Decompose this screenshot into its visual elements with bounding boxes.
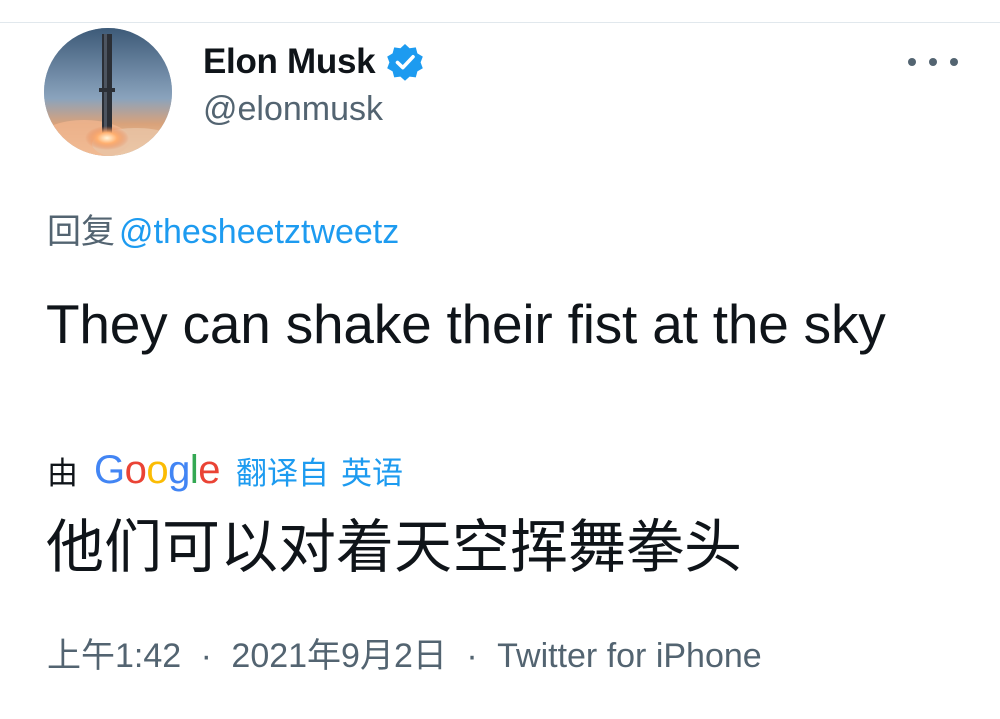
- google-logo: Google: [94, 447, 221, 493]
- google-letter: G: [94, 447, 125, 492]
- translation-by-label: 由: [47, 455, 78, 491]
- google-letter: e: [198, 447, 221, 492]
- tweet-date[interactable]: 2021年9月2日: [231, 637, 446, 675]
- reply-context: 回复 @thesheetztweetz: [47, 204, 399, 253]
- tweet-text: They can shake their fist at the sky: [46, 293, 886, 355]
- author-handle[interactable]: @elonmusk: [203, 90, 383, 129]
- tweet-time[interactable]: 上午1:42: [47, 637, 181, 675]
- author-name-row: Elon Musk: [203, 38, 425, 86]
- avatar-image: [44, 28, 172, 156]
- google-letter: l: [189, 447, 199, 492]
- more-dot: [908, 58, 916, 66]
- reply-prefix: 回复: [47, 213, 115, 251]
- translation-source-language[interactable]: 英语: [341, 448, 403, 493]
- translation-from-label: 翻译自: [236, 455, 330, 491]
- more-options-icon[interactable]: [908, 50, 958, 74]
- meta-separator: ·: [466, 637, 478, 675]
- tweet-source-link[interactable]: Twitter for iPhone: [497, 637, 762, 675]
- google-letter: g: [168, 447, 190, 492]
- avatar[interactable]: [44, 28, 172, 156]
- reply-mention-link[interactable]: @thesheetztweetz: [119, 213, 399, 251]
- more-dot: [950, 58, 958, 66]
- top-divider: [0, 22, 1000, 23]
- author-name[interactable]: Elon Musk: [203, 42, 376, 82]
- google-letter: o: [146, 447, 169, 492]
- verified-badge-icon: [387, 44, 424, 81]
- translated-tweet-text: 他们可以对着天空挥舞拳头: [46, 515, 743, 580]
- tweet-metadata: 上午1:42 · 2021年9月2日 · Twitter for iPhone: [47, 628, 762, 677]
- translation-attribution: 由 Google 翻译自 英语: [47, 445, 403, 495]
- meta-separator: ·: [200, 637, 212, 675]
- google-letter: o: [124, 447, 147, 492]
- more-dot: [929, 58, 937, 66]
